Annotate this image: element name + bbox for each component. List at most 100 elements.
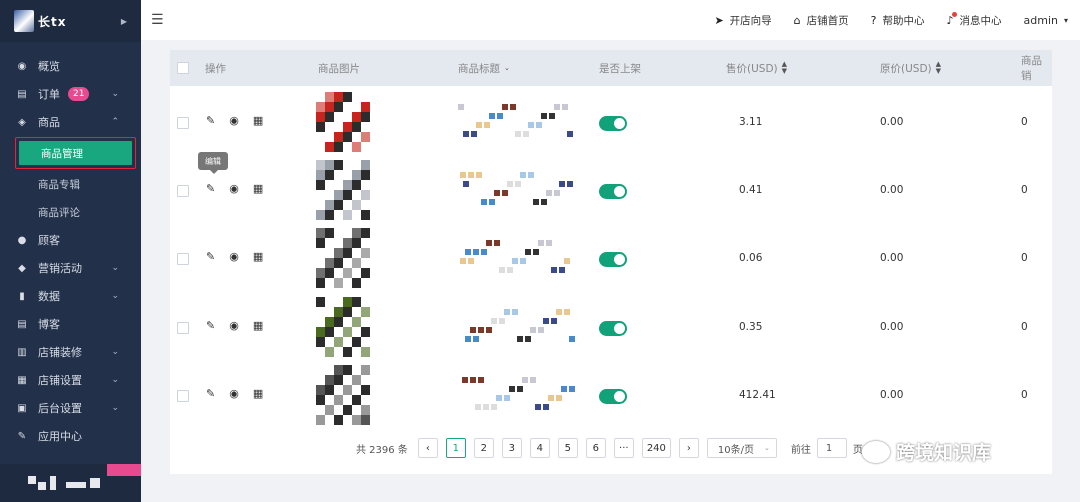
view-icon[interactable]: ◉ bbox=[229, 182, 239, 195]
nav-message-center[interactable]: ♪ 消息中心 bbox=[946, 11, 1002, 28]
delete-icon[interactable]: ▦ bbox=[253, 182, 263, 195]
pixel-block bbox=[352, 142, 361, 152]
on-shelf-toggle[interactable] bbox=[599, 389, 627, 404]
sidebar-item-orders[interactable]: ▤ 订单 21 ⌄ bbox=[0, 80, 141, 108]
page-button[interactable]: 1 bbox=[445, 438, 466, 458]
page-button[interactable]: 240 bbox=[641, 438, 671, 458]
pixel-block bbox=[507, 181, 513, 187]
pixelated-block bbox=[66, 482, 86, 488]
sidebar-item-store-design[interactable]: ▥ 店铺装修 ⌄ bbox=[0, 338, 141, 366]
pixel-block bbox=[316, 210, 325, 220]
product-thumbnail[interactable] bbox=[316, 160, 372, 222]
sidebar-collapse-icon[interactable]: ▶ bbox=[121, 17, 127, 26]
pixel-block bbox=[504, 395, 510, 401]
pixel-block bbox=[536, 122, 542, 128]
sidebar-item-app-center[interactable]: ✎ 应用中心 bbox=[0, 422, 141, 450]
header-orig-price[interactable]: 原价(USD) ▲ ▼ bbox=[880, 61, 941, 76]
next-page-button[interactable]: › bbox=[678, 438, 699, 458]
product-title[interactable] bbox=[458, 240, 578, 276]
user-menu[interactable]: admin ▾ bbox=[1024, 14, 1068, 27]
select-all-checkbox-col bbox=[177, 62, 189, 74]
pixel-block bbox=[325, 142, 334, 152]
nav-store-guide[interactable]: ➤ 开店向导 bbox=[714, 13, 771, 28]
table-row: ✎ ◉ ▦ 0.35 0.00 0 bbox=[170, 293, 1052, 361]
edit-icon[interactable]: ✎ bbox=[206, 387, 215, 400]
pixel-block bbox=[497, 113, 503, 119]
logo[interactable]: 长tx ▶ bbox=[0, 0, 141, 42]
pixel-block bbox=[361, 160, 370, 170]
sidebar-item-store-settings[interactable]: ▦ 店铺设置 ⌄ bbox=[0, 366, 141, 394]
edit-icon[interactable]: ✎ bbox=[206, 250, 215, 263]
row-checkbox[interactable] bbox=[177, 185, 189, 197]
view-icon[interactable]: ◉ bbox=[229, 387, 239, 400]
sidebar-item-goods[interactable]: ◈ 商品 ⌃ bbox=[0, 108, 141, 136]
pixel-block bbox=[361, 385, 370, 395]
pixel-block bbox=[541, 113, 547, 119]
header-title[interactable]: 商品标题 ⌄ bbox=[458, 61, 510, 76]
pixel-block bbox=[528, 172, 534, 178]
orig-price-cell: 0.00 bbox=[880, 184, 904, 196]
on-shelf-toggle[interactable] bbox=[599, 252, 627, 267]
on-shelf-toggle[interactable] bbox=[599, 321, 627, 336]
nav-help-center[interactable]: ? 帮助中心 bbox=[871, 13, 925, 28]
product-title[interactable] bbox=[458, 309, 578, 345]
nav-label: 开店向导 bbox=[729, 14, 772, 27]
delete-icon[interactable]: ▦ bbox=[253, 114, 263, 127]
prev-page-button[interactable]: ‹ bbox=[417, 438, 438, 458]
product-title[interactable] bbox=[458, 104, 578, 140]
pixel-block bbox=[316, 337, 325, 347]
nav-store-home[interactable]: ⌂ 店铺首页 bbox=[794, 13, 849, 28]
page-button[interactable]: 2 bbox=[473, 438, 494, 458]
delete-icon[interactable]: ▦ bbox=[253, 250, 263, 263]
on-shelf-toggle[interactable] bbox=[599, 116, 627, 131]
page-button[interactable]: 3 bbox=[501, 438, 522, 458]
table-row: ✎ ◉ ▦ 0.41 0.00 0 bbox=[170, 156, 1052, 224]
pixel-block bbox=[468, 172, 474, 178]
select-all-checkbox[interactable] bbox=[177, 62, 189, 74]
calendar-icon: ▦ bbox=[17, 374, 27, 386]
product-thumbnail[interactable] bbox=[316, 92, 372, 154]
goto-label: 前往 bbox=[790, 444, 811, 456]
view-icon[interactable]: ◉ bbox=[229, 114, 239, 127]
pixel-block bbox=[361, 228, 370, 238]
view-icon[interactable]: ◉ bbox=[229, 319, 239, 332]
edit-icon[interactable]: ✎ bbox=[206, 114, 215, 127]
sidebar-item-blog[interactable]: ▤ 博客 bbox=[0, 310, 141, 338]
on-shelf-toggle[interactable] bbox=[599, 184, 627, 199]
row-checkbox[interactable] bbox=[177, 117, 189, 129]
total-count: 共 2396 条 bbox=[356, 444, 408, 456]
pixel-block bbox=[569, 386, 575, 392]
product-thumbnail[interactable] bbox=[316, 297, 372, 359]
sidebar-subitem-goods-topics[interactable]: 商品专辑 bbox=[0, 170, 141, 198]
pixel-block bbox=[458, 104, 464, 110]
sidebar-subitem-goods-reviews[interactable]: 商品评论 bbox=[0, 198, 141, 226]
sidebar-item-marketing[interactable]: ◆ 营销活动 ⌄ bbox=[0, 254, 141, 282]
sidebar-item-admin-settings[interactable]: ▣ 后台设置 ⌄ bbox=[0, 394, 141, 422]
row-checkbox[interactable] bbox=[177, 253, 189, 265]
page-button[interactable]: 4 bbox=[529, 438, 550, 458]
menu-toggle-icon[interactable]: ☰ bbox=[151, 12, 164, 28]
product-title[interactable] bbox=[458, 172, 578, 208]
sidebar-item-customers[interactable]: ● 顾客 bbox=[0, 226, 141, 254]
sidebar-subitem-goods-manage[interactable]: 商品管理 bbox=[19, 141, 132, 165]
row-checkbox[interactable] bbox=[177, 390, 189, 402]
delete-icon[interactable]: ▦ bbox=[253, 387, 263, 400]
page-size-select[interactable]: 10条/页 ⌄ bbox=[706, 438, 777, 458]
product-thumbnail[interactable] bbox=[316, 365, 372, 427]
sidebar-item-overview[interactable]: ◉ 概览 bbox=[0, 52, 141, 80]
pixel-block bbox=[316, 180, 325, 190]
delete-icon[interactable]: ▦ bbox=[253, 319, 263, 332]
edit-icon[interactable]: ✎ bbox=[206, 319, 215, 332]
notification-dot bbox=[951, 11, 957, 17]
page-ellipsis-button[interactable]: ··· bbox=[613, 438, 634, 458]
view-icon[interactable]: ◉ bbox=[229, 250, 239, 263]
page-button[interactable]: 6 bbox=[585, 438, 606, 458]
row-checkbox[interactable] bbox=[177, 322, 189, 334]
product-title[interactable] bbox=[458, 377, 578, 413]
goto-page-input[interactable]: 1 bbox=[816, 438, 847, 458]
edit-icon[interactable]: ✎ bbox=[206, 182, 215, 195]
header-price[interactable]: 售价(USD) ▲ ▼ bbox=[726, 61, 787, 76]
sidebar-item-data[interactable]: ▮ 数据 ⌄ bbox=[0, 282, 141, 310]
page-button[interactable]: 5 bbox=[557, 438, 578, 458]
product-thumbnail[interactable] bbox=[316, 228, 372, 290]
